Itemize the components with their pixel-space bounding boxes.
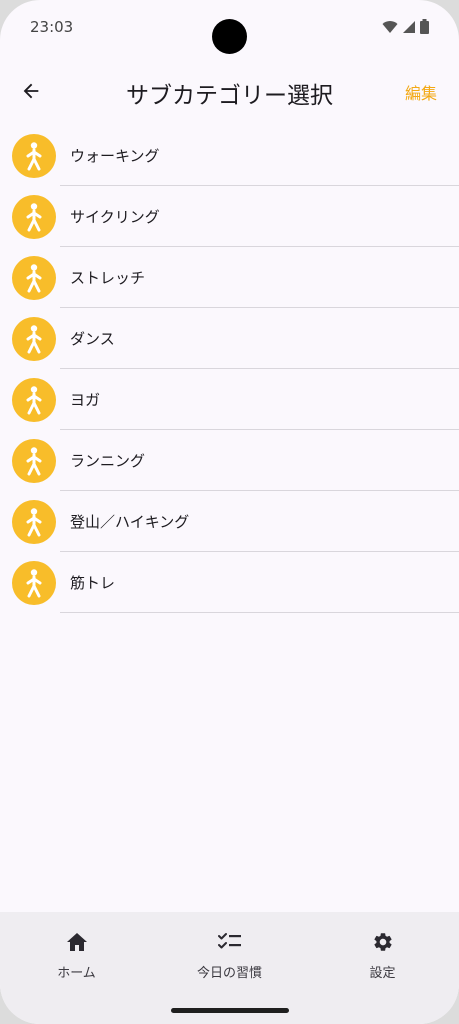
avatar [12, 378, 56, 422]
nav-label: 今日の習慣 [196, 966, 262, 981]
walking-person-icon [26, 325, 42, 354]
home-indicator[interactable] [171, 1008, 289, 1013]
avatar [12, 134, 56, 178]
list-item[interactable]: ウォーキング [0, 125, 459, 186]
status-bar: 23:03 [0, 0, 459, 56]
wifi-icon [382, 20, 398, 33]
camera-cutout [212, 19, 247, 54]
edit-button[interactable]: 編集 [405, 80, 437, 104]
home-icon [66, 930, 88, 954]
list-item[interactable]: ランニング [0, 430, 459, 491]
list-item-label: サイクリング [70, 208, 160, 226]
nav-label: 設定 [369, 966, 396, 981]
avatar [12, 500, 56, 544]
nav-item-home[interactable]: ホーム [0, 912, 153, 1012]
avatar [12, 195, 56, 239]
divider [60, 612, 459, 613]
nav-item-today-habits[interactable]: 今日の習慣 [153, 912, 306, 1012]
avatar [12, 256, 56, 300]
nav-label: ホーム [57, 966, 96, 981]
nav-item-settings[interactable]: 設定 [306, 912, 459, 1012]
list-item-label: 筋トレ [70, 574, 116, 592]
list-item[interactable]: ストレッチ [0, 247, 459, 308]
battery-icon [420, 19, 429, 34]
list-item[interactable]: サイクリング [0, 186, 459, 247]
list-item-label: ランニング [70, 452, 146, 470]
list-item[interactable]: ダンス [0, 308, 459, 369]
list-item-label: ヨガ [70, 391, 101, 409]
walking-person-icon [26, 508, 42, 537]
list-item[interactable]: ヨガ [0, 369, 459, 430]
walking-person-icon [26, 386, 42, 415]
walking-person-icon [26, 203, 42, 232]
status-icons [382, 19, 429, 34]
phone-screen: 23:03 サブカテゴリー選択 編集 ウォーキング サイクリング ストレッチ ダ… [0, 0, 459, 1024]
walking-person-icon [26, 569, 42, 598]
walking-person-icon [26, 264, 42, 293]
list-item[interactable]: 筋トレ [0, 552, 459, 613]
list-item-label: ストレッチ [70, 269, 146, 287]
avatar [12, 317, 56, 361]
avatar [12, 561, 56, 605]
list-item[interactable]: 登山／ハイキング [0, 491, 459, 552]
avatar [12, 439, 56, 483]
list-item-label: ウォーキング [70, 147, 160, 165]
checklist-icon [217, 930, 242, 954]
cell-signal-icon [403, 20, 415, 33]
app-bar: サブカテゴリー選択 編集 [0, 60, 459, 122]
gear-icon [372, 930, 394, 954]
walking-person-icon [26, 447, 42, 476]
list-item-label: ダンス [70, 330, 115, 348]
list-item-label: 登山／ハイキング [70, 513, 190, 531]
page-title: サブカテゴリー選択 [126, 83, 333, 109]
walking-person-icon [26, 142, 42, 171]
subcategory-list: ウォーキング サイクリング ストレッチ ダンス ヨガ ランニング 登山／ハイキン… [0, 125, 459, 613]
status-time: 23:03 [30, 18, 74, 36]
